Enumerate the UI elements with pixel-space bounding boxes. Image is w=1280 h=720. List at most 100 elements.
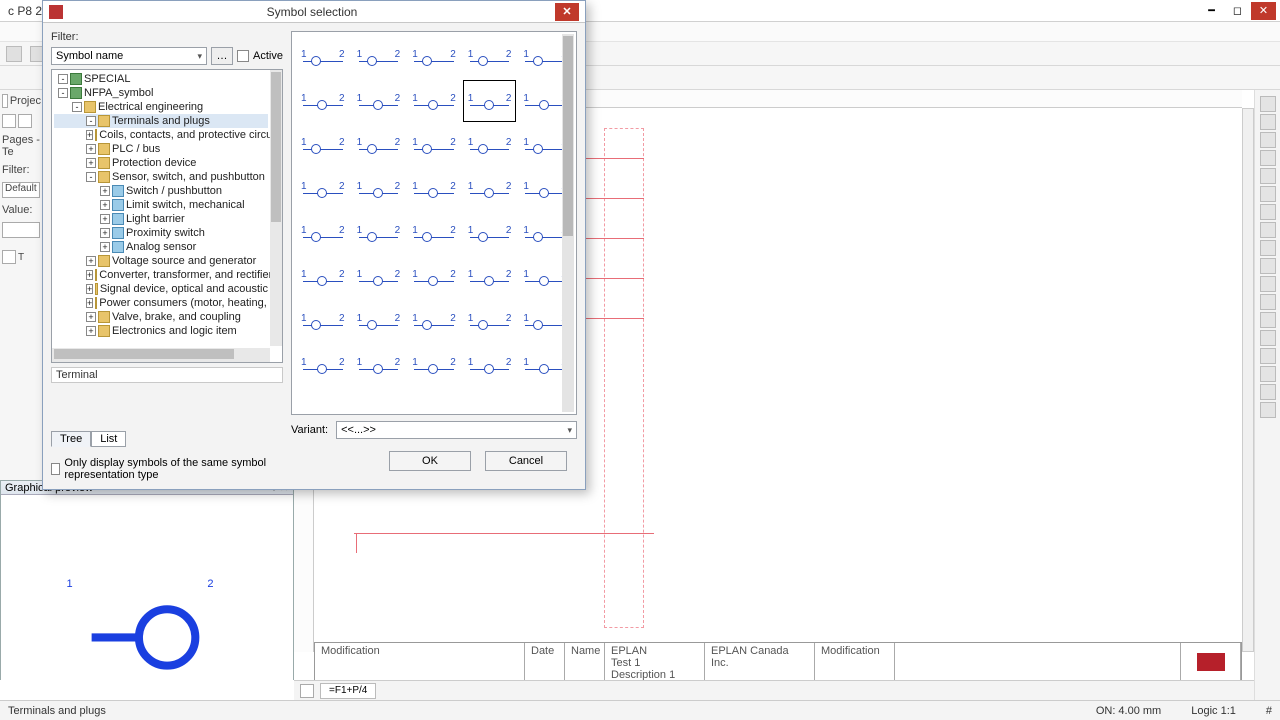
active-checkbox[interactable]: Active (237, 50, 283, 62)
tree-node[interactable]: +Electronics and logic item (54, 324, 268, 338)
symbol-cell[interactable]: 12 (352, 124, 406, 166)
expand-icon[interactable]: - (58, 88, 68, 98)
symbol-cell[interactable]: 12 (407, 80, 461, 122)
expand-icon[interactable]: + (100, 214, 110, 224)
symbol-cell[interactable]: 12 (407, 300, 461, 342)
expand-icon[interactable]: + (86, 130, 93, 140)
symbol-cell[interactable]: 12 (463, 300, 517, 342)
tree-scroll-v[interactable] (270, 70, 282, 346)
tree-node[interactable]: +Coils, contacts, and protective circuit (54, 128, 268, 142)
value-input[interactable] (2, 222, 40, 238)
symbol-cell[interactable]: 12 (296, 256, 350, 298)
symbol-cell[interactable]: 12 (352, 256, 406, 298)
tab-list[interactable]: List (91, 431, 126, 447)
expand-icon[interactable]: + (86, 144, 96, 154)
page-tab[interactable]: =F1+P/4 (320, 683, 376, 699)
symbol-cell[interactable]: 12 (463, 256, 517, 298)
right-tool-icon[interactable] (1260, 330, 1276, 346)
symbol-cell[interactable]: 12 (407, 256, 461, 298)
minimize-button[interactable]: ━ (1199, 2, 1224, 20)
close-button[interactable]: ✕ (1251, 2, 1276, 20)
tree-node[interactable]: -Sensor, switch, and pushbutton (54, 170, 268, 184)
tree-node[interactable]: +Valve, brake, and coupling (54, 310, 268, 324)
tree-node[interactable]: +Voltage source and generator (54, 254, 268, 268)
tree-node[interactable]: +Switch / pushbutton (54, 184, 268, 198)
symbol-cell[interactable]: 12 (296, 80, 350, 122)
dialog-titlebar[interactable]: Symbol selection ✕ (43, 1, 585, 23)
canvas-scroll-v[interactable] (1242, 108, 1254, 652)
tree-node[interactable]: -SPECIAL (54, 72, 268, 86)
symbol-cell[interactable]: 12 (352, 168, 406, 210)
symbol-cell[interactable]: 12 (463, 80, 517, 122)
default-select[interactable]: Default (2, 182, 40, 198)
expand-icon[interactable]: + (86, 298, 93, 308)
symbol-cell[interactable]: 12 (352, 36, 406, 78)
tree-node[interactable]: +Limit switch, mechanical (54, 198, 268, 212)
right-tool-icon[interactable] (1260, 240, 1276, 256)
symbol-cell[interactable]: 12 (296, 124, 350, 166)
right-tool-icon[interactable] (1260, 132, 1276, 148)
symbol-cell[interactable]: 12 (407, 168, 461, 210)
right-tool-icon[interactable] (1260, 222, 1276, 238)
expand-icon[interactable]: - (86, 172, 96, 182)
tree-node[interactable]: +Light barrier (54, 212, 268, 226)
expand-icon[interactable]: - (72, 102, 82, 112)
expand-icon[interactable]: + (100, 242, 110, 252)
symbol-cell[interactable]: 12 (296, 300, 350, 342)
right-tool-icon[interactable] (1260, 258, 1276, 274)
ok-button[interactable]: OK (389, 451, 471, 471)
tree-expand-icon[interactable] (2, 250, 16, 264)
tree-node[interactable]: +PLC / bus (54, 142, 268, 156)
toolbar-icon[interactable] (6, 46, 22, 62)
right-tool-icon[interactable] (1260, 366, 1276, 382)
tree-node[interactable]: +Protection device (54, 156, 268, 170)
right-tool-icon[interactable] (1260, 96, 1276, 112)
tree-node[interactable]: +Converter, transformer, and rectifier (54, 268, 268, 282)
filter-more-button[interactable]: … (211, 47, 233, 65)
tree-node[interactable]: -Terminals and plugs (54, 114, 268, 128)
right-tool-icon[interactable] (1260, 168, 1276, 184)
symbol-cell[interactable]: 12 (463, 124, 517, 166)
symbol-cell[interactable]: 12 (463, 168, 517, 210)
tree-scroll-h[interactable] (52, 348, 270, 362)
symbol-cell[interactable]: 12 (407, 344, 461, 386)
symbol-cell[interactable]: 12 (407, 36, 461, 78)
symbol-cell[interactable]: 12 (407, 212, 461, 254)
expand-icon[interactable]: + (100, 186, 110, 196)
right-tool-icon[interactable] (1260, 204, 1276, 220)
symbol-cell[interactable]: 12 (296, 36, 350, 78)
expand-icon[interactable]: + (86, 158, 96, 168)
symbol-cell[interactable]: 12 (463, 36, 517, 78)
tree-node[interactable]: -Electrical engineering (54, 100, 268, 114)
page-tab-icon[interactable] (300, 684, 314, 698)
symbol-cell[interactable]: 12 (352, 344, 406, 386)
symbol-cell[interactable]: 12 (296, 212, 350, 254)
cancel-button[interactable]: Cancel (485, 451, 567, 471)
right-tool-icon[interactable] (1260, 312, 1276, 328)
symbol-cell[interactable]: 12 (352, 212, 406, 254)
tree-node[interactable]: +Power consumers (motor, heating, lig (54, 296, 268, 310)
tree-node[interactable]: +Analog sensor (54, 240, 268, 254)
dialog-close-button[interactable]: ✕ (555, 3, 579, 21)
variant-combo[interactable]: <<...>>▾ (336, 421, 577, 439)
tree-node[interactable]: +Proximity switch (54, 226, 268, 240)
expand-icon[interactable]: + (86, 284, 93, 294)
right-tool-icon[interactable] (1260, 276, 1276, 292)
filter-combo[interactable]: Symbol name▾ (51, 47, 207, 65)
symbol-cell[interactable]: 12 (352, 300, 406, 342)
dock-icon[interactable] (2, 94, 8, 108)
expand-icon[interactable]: + (86, 270, 93, 280)
symbol-cell[interactable]: 12 (296, 344, 350, 386)
dock-icon[interactable] (18, 114, 32, 128)
tree-node[interactable]: +Signal device, optical and acoustic (54, 282, 268, 296)
right-tool-icon[interactable] (1260, 384, 1276, 400)
tab-tree[interactable]: Tree (51, 431, 91, 447)
right-tool-icon[interactable] (1260, 114, 1276, 130)
symbol-cell[interactable]: 12 (463, 344, 517, 386)
dock-icon[interactable] (2, 114, 16, 128)
tree-node[interactable]: -NFPA_symbol (54, 86, 268, 100)
symbol-cell[interactable]: 12 (463, 212, 517, 254)
symbol-cell[interactable]: 12 (352, 80, 406, 122)
representation-checkbox[interactable]: Only display symbols of the same symbol … (51, 457, 283, 481)
maximize-button[interactable]: ◻ (1225, 2, 1250, 20)
